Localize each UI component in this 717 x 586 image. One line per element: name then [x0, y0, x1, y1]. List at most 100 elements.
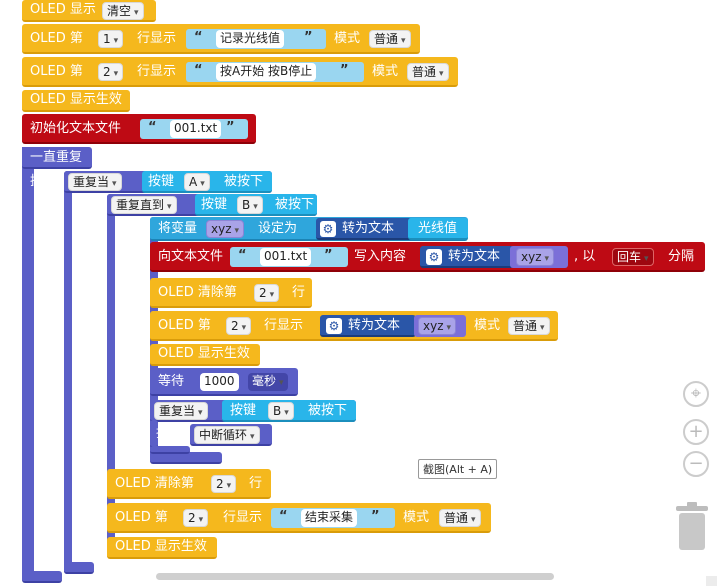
repeat-while-a-block[interactable]: 重复当 按键 A 被按下 [64, 171, 272, 193]
trash-icon[interactable] [672, 500, 712, 552]
forever-exec-label: 执行 [30, 174, 57, 189]
oled-var-name[interactable]: xyz [418, 317, 457, 335]
key-label: 按键 [148, 174, 175, 189]
oled-line-end-number[interactable]: 2 [183, 509, 209, 527]
horizontal-scrollbar[interactable] [156, 573, 554, 580]
oled-line-var-mode[interactable]: 普通 [508, 317, 550, 335]
set-var-label: 将变量 [158, 221, 198, 236]
oled-line-end-block[interactable]: OLED 第 2 行显示 “ 结束采集 ” 模式 普通 [107, 503, 491, 533]
convert-text-block[interactable]: ⚙ 转为文本 [316, 218, 412, 240]
oled-effect-label: OLED 显示生效 [30, 92, 122, 107]
oled-effect-block-3[interactable]: OLED 显示生效 [107, 537, 217, 559]
key-b-pressed-block-2[interactable]: 按键 B 被按下 [222, 400, 356, 422]
oled-clear-suffix: 行 [292, 285, 306, 300]
write-file-block[interactable]: 向文本文件 “ 001.txt ” 写入内容 ⚙ 转为文本 xyz , 以 回车… [150, 242, 705, 272]
oled-line2-prefix: OLED 第 [30, 64, 83, 79]
write-var-name[interactable]: xyz [516, 248, 555, 266]
gear-icon[interactable]: ⚙ [426, 249, 442, 265]
break-block[interactable]: 中断循环 [190, 424, 272, 446]
close-quote-icon: ” [371, 509, 380, 524]
init-file-name[interactable]: 001.txt [170, 120, 222, 138]
recenter-icon[interactable]: ⌖ [683, 381, 709, 407]
oled-line-var-block[interactable]: OLED 第 2 行显示 ⚙ 转为文本 xyz 模式 普通 [150, 311, 558, 341]
write-file-label: 向文本文件 [158, 249, 224, 264]
set-variable-block[interactable]: 将变量 xyz 设定为 ⚙ 转为文本 光线值 [150, 217, 468, 241]
gear-icon[interactable]: ⚙ [320, 221, 336, 237]
break-dropdown[interactable]: 中断循环 [194, 426, 260, 444]
forever-block[interactable]: 一直重复 [22, 147, 92, 169]
oled-effect-label: OLED 显示生效 [115, 539, 207, 554]
oled-effect-block-2[interactable]: OLED 显示生效 [150, 344, 260, 366]
repeat-while-b-mode[interactable]: 重复当 [154, 402, 208, 420]
oled-line-var-mode-label: 模式 [474, 318, 501, 333]
oled-line1-text[interactable]: 记录光线值 [216, 30, 285, 48]
oled-convert-block[interactable]: ⚙ 转为文本 [320, 315, 416, 337]
key-a-dropdown[interactable]: A [184, 173, 210, 191]
oled-line-end-text-block[interactable]: “ 结束采集 ” [271, 508, 395, 528]
oled-line2-mode[interactable]: 普通 [407, 63, 449, 81]
key-b-dropdown[interactable]: B [237, 196, 263, 214]
repeat-until-exec-label: 执行 [115, 220, 142, 235]
write-var-block[interactable]: xyz [510, 246, 568, 268]
oled-line-var-number[interactable]: 2 [226, 317, 252, 335]
oled-line1-block[interactable]: OLED 第 1 行显示 “ 记录光线值 ” 模式 普通 [22, 24, 420, 54]
oled-show-dropdown[interactable]: 清空 [102, 2, 144, 20]
key-a-pressed-block[interactable]: 按键 A 被按下 [142, 171, 272, 193]
oled-show-label: OLED 显示 [30, 2, 96, 17]
repeat-until-b-block[interactable]: 重复直到 按键 B 被按下 [107, 194, 317, 216]
convert-label: 转为文本 [448, 249, 501, 264]
separator-suffix: 分隔 [668, 249, 695, 264]
oled-line2-text[interactable]: 按A开始 按B停止 [216, 63, 317, 81]
oled-line-end-mode-label: 模式 [403, 510, 430, 525]
oled-var-block[interactable]: xyz [414, 315, 466, 337]
oled-line-end-prefix: OLED 第 [115, 510, 168, 525]
zoom-in-icon[interactable]: + [683, 419, 709, 445]
convert-label: 转为文本 [348, 318, 401, 333]
set-var-name[interactable]: xyz [206, 220, 245, 238]
write-file-name-block[interactable]: “ 001.txt ” [230, 247, 348, 267]
oled-line-end-mode[interactable]: 普通 [439, 509, 481, 527]
oled-line2-number[interactable]: 2 [98, 63, 124, 81]
write-convert-block[interactable]: ⚙ 转为文本 [420, 246, 514, 268]
gear-icon[interactable]: ⚙ [326, 318, 342, 334]
oled-clear-line-number[interactable]: 2 [211, 475, 237, 493]
oled-line-end-text[interactable]: 结束采集 [301, 509, 358, 527]
oled-clear-line-number[interactable]: 2 [254, 284, 280, 302]
oled-line1-mode[interactable]: 普通 [369, 30, 411, 48]
oled-line-end-mid: 行显示 [223, 510, 263, 525]
oled-line2-mode-label: 模式 [372, 64, 399, 79]
oled-line-var-prefix: OLED 第 [158, 318, 211, 333]
oled-effect-block-1[interactable]: OLED 显示生效 [22, 90, 130, 112]
open-quote-icon: “ [194, 63, 203, 78]
key-b-pressed-block[interactable]: 按键 B 被按下 [195, 194, 317, 216]
oled-effect-label: OLED 显示生效 [158, 346, 250, 361]
init-file-label: 初始化文本文件 [30, 121, 122, 136]
oled-line2-block[interactable]: OLED 第 2 行显示 “ 按A开始 按B停止 ” 模式 普通 [22, 57, 458, 87]
light-value-block[interactable]: 光线值 [408, 218, 468, 240]
init-file-name-block[interactable]: “ 001.txt ” [140, 119, 248, 139]
repeat-while-mode[interactable]: 重复当 [68, 173, 122, 191]
oled-clear-line-block-1[interactable]: OLED 清除第 2 行 [150, 278, 312, 308]
key-b-dropdown-2[interactable]: B [268, 402, 294, 420]
separator-dropdown[interactable]: 回车 [612, 248, 654, 266]
screenshot-tooltip: 截图(Alt + A) [418, 459, 498, 479]
oled-line1-number[interactable]: 1 [98, 30, 124, 48]
oled-clear-suffix: 行 [249, 476, 263, 491]
zoom-out-icon[interactable]: − [683, 451, 709, 477]
wait-unit[interactable]: 毫秒 [248, 373, 288, 391]
repeat-until-mode[interactable]: 重复直到 [111, 196, 177, 214]
oled-line1-text-block[interactable]: “ 记录光线值 ” [186, 29, 326, 49]
wait-value[interactable]: 1000 [200, 373, 239, 391]
init-file-block[interactable]: 初始化文本文件 “ 001.txt ” [22, 114, 256, 144]
repeat-while-b-block[interactable]: 重复当 按键 B 被按下 [150, 400, 356, 422]
repeat-while-b-bottom [150, 446, 190, 454]
wait-block[interactable]: 等待 1000 毫秒 [150, 368, 298, 396]
repeat-while-exec-label: 执行 [72, 197, 99, 212]
wait-label: 等待 [158, 374, 185, 389]
write-file-name[interactable]: 001.txt [260, 248, 312, 266]
oled-line2-text-block[interactable]: “ 按A开始 按B停止 ” [186, 62, 364, 82]
key-label: 按键 [201, 197, 228, 212]
oled-show-clear-block[interactable]: OLED 显示 清空 [22, 0, 156, 22]
light-value-label: 光线值 [418, 221, 458, 236]
oled-clear-line-block-2[interactable]: OLED 清除第 2 行 [107, 469, 271, 499]
